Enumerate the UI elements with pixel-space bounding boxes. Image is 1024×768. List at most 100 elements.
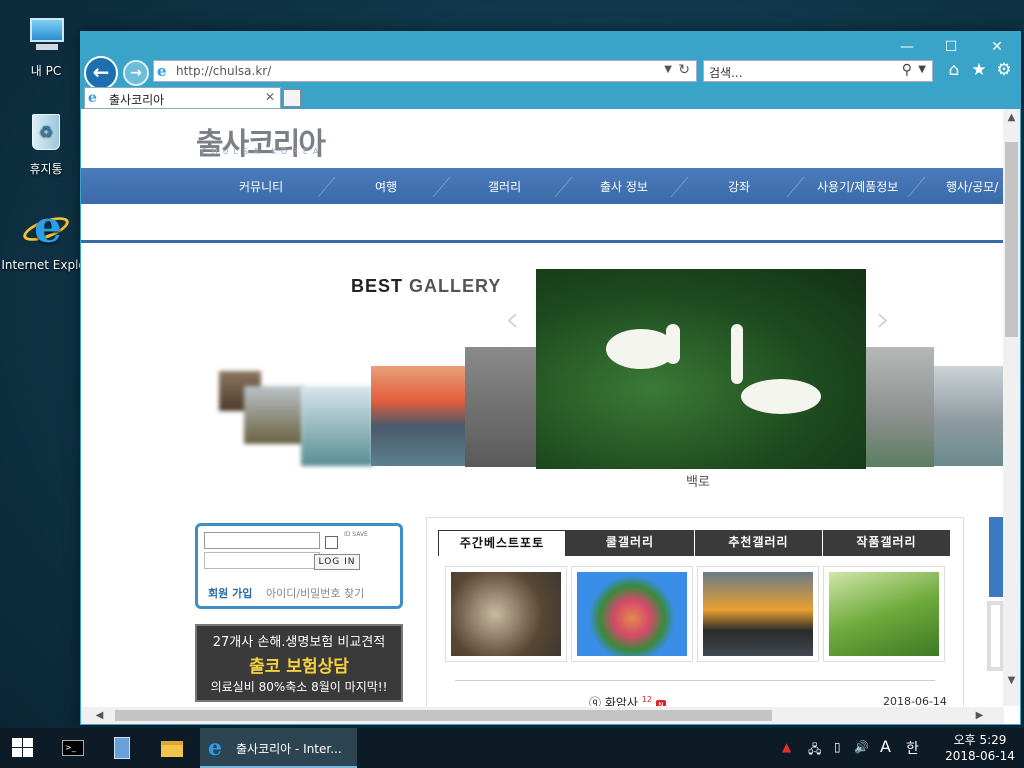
login-button[interactable]: LOG IN — [314, 554, 360, 570]
notepad-icon[interactable] — [104, 732, 140, 764]
menu-item-travel[interactable]: 여행 — [375, 178, 397, 195]
gallery-thumb[interactable] — [571, 566, 693, 662]
egret-body — [741, 379, 821, 414]
file-explorer-icon[interactable] — [154, 732, 190, 764]
scroll-right-icon[interactable]: ▶ — [971, 707, 988, 724]
tab-cool-gallery[interactable]: 쿨갤러리 — [566, 530, 694, 556]
gallery-thumb[interactable] — [823, 566, 945, 662]
internet-explorer-icon: e — [208, 735, 222, 761]
tab-favicon-icon: e — [88, 90, 97, 106]
side-frame — [987, 601, 1004, 671]
carousel-thumb[interactable] — [866, 347, 934, 467]
featured-photo-caption[interactable]: 백로 — [686, 471, 710, 490]
header-divider — [81, 240, 1004, 243]
volume-icon[interactable]: 🔊 — [854, 740, 869, 754]
search-icon[interactable]: ⚲ — [902, 62, 912, 78]
find-account-link[interactable]: 아이디/비밀번호 찾기 — [266, 585, 364, 601]
desktop-icon-label: Internet Explor — [1, 258, 91, 272]
menu-item-reviews[interactable]: 사용기/제품정보 — [817, 178, 898, 195]
carousel-thumb[interactable] — [244, 386, 304, 444]
menu-item-gallery[interactable]: 갤러리 — [488, 178, 521, 195]
new-tab-button[interactable] — [283, 89, 301, 107]
egret-neck — [731, 324, 743, 384]
carousel-next-icon[interactable]: › — [876, 299, 890, 340]
login-panel: ID SAVE LOG IN 회원 가입 아이디/비밀번호 찾기 — [195, 523, 403, 609]
scroll-up-icon[interactable]: ▲ — [1003, 109, 1020, 126]
maximize-button[interactable]: ☐ — [931, 36, 971, 58]
search-box[interactable]: 검색... ⚲ ▼ — [703, 60, 933, 82]
network-icon[interactable]: 🖧 — [808, 740, 821, 761]
tab-recommended-gallery[interactable]: 추천갤러리 — [695, 530, 822, 556]
carousel-thumb[interactable] — [371, 366, 467, 466]
gallery-divider — [455, 680, 935, 681]
tab-chulsa[interactable]: e 출사코리아 ✕ — [84, 87, 281, 109]
gallery-thumb[interactable] — [697, 566, 819, 662]
insurance-ad-banner[interactable]: 27개사 손해.생명보험 비교견적 출코 보험상담 의료실비 80%축소 8월이… — [195, 624, 403, 702]
menu-item-lecture[interactable]: 강좌 — [728, 178, 750, 195]
desktop-icon-label: 내 PC — [30, 64, 62, 78]
favorites-star-icon[interactable]: ★ — [968, 59, 990, 81]
carousel-prev-icon[interactable]: ‹ — [505, 299, 519, 340]
recycle-bin-icon: ♻ — [22, 108, 70, 156]
desktop-icon-internet-explorer[interactable]: e Internet Explor — [0, 206, 92, 273]
forward-button[interactable]: → — [123, 60, 149, 86]
back-button[interactable]: ← — [84, 56, 118, 90]
taskbar-clock[interactable]: 오후 5:29 2018-06-14 — [940, 732, 1020, 764]
home-icon[interactable]: ⌂ — [943, 59, 965, 81]
post-title[interactable]: 화암사 — [605, 696, 638, 706]
address-dropdown-icon[interactable]: ▼ — [664, 64, 672, 75]
address-url[interactable]: http://chulsa.kr/ — [176, 64, 271, 78]
scroll-down-icon[interactable]: ▼ — [1003, 672, 1020, 689]
clock-time: 오후 5:29 — [953, 733, 1007, 747]
user-id-input[interactable] — [204, 532, 320, 549]
desktop-icon-this-pc[interactable]: 내 PC — [0, 10, 92, 79]
new-badge: N — [655, 700, 666, 706]
usb-device-icon[interactable]: ▯ — [834, 740, 841, 754]
password-input[interactable] — [204, 552, 320, 569]
carousel-thumb[interactable] — [301, 386, 373, 466]
gallery-panel: 주간베스트포토 쿨갤러리 추천갤러리 작품갤러리 ⓠ 화암사 12 N 2018… — [426, 517, 964, 706]
gallery-label: GALLERY — [409, 276, 502, 296]
start-windows-icon[interactable] — [12, 738, 34, 758]
horizontal-scrollbar[interactable]: ◀ ▶ — [81, 707, 1004, 724]
address-bar[interactable]: e http://chulsa.kr/ ▼ ↻ — [153, 60, 697, 82]
side-banner[interactable] — [989, 517, 1004, 597]
carousel-thumb[interactable] — [465, 347, 537, 467]
command-prompt-icon[interactable]: >_ — [56, 732, 92, 764]
taskbar-ie-window[interactable]: e 출사코리아 - Inter... — [200, 728, 357, 768]
site-logo[interactable]: 출사코리아 — [196, 119, 326, 163]
post-date: 2018-06-14 — [883, 695, 947, 706]
horizontal-scroll-thumb[interactable] — [115, 710, 772, 721]
close-button[interactable]: ✕ — [977, 36, 1017, 58]
menu-item-photo-info[interactable]: 출사 정보 — [600, 178, 648, 195]
main-menu: 커뮤니티 여행 갤러리 출사 정보 강좌 사용기/제품정보 행사/공모/ — [81, 168, 1004, 204]
join-link[interactable]: 회원 가입 — [208, 585, 252, 601]
menu-item-events[interactable]: 행사/공모/ — [946, 178, 998, 195]
internet-explorer-icon: e — [20, 206, 72, 254]
refresh-icon[interactable]: ↻ — [678, 62, 690, 78]
browser-titlebar: — ☐ ✕ ← → e http://chulsa.kr/ ▼ ↻ 검색... … — [81, 32, 1020, 109]
featured-photo-egrets[interactable] — [536, 269, 866, 469]
best-gallery-heading: BEST GALLERY — [351, 276, 501, 297]
minimize-button[interactable]: — — [887, 36, 927, 58]
best-label: BEST — [351, 276, 404, 296]
id-save-checkbox[interactable] — [325, 536, 338, 549]
latest-post[interactable]: ⓠ 화암사 12 N — [589, 694, 666, 706]
tab-close-icon[interactable]: ✕ — [265, 90, 275, 104]
scroll-left-icon[interactable]: ◀ — [91, 707, 108, 724]
vertical-scroll-thumb[interactable] — [1005, 142, 1018, 337]
tray-app-icon[interactable]: ▲ — [782, 740, 791, 754]
search-input[interactable]: 검색... — [709, 64, 743, 81]
desktop-icon-recycle-bin[interactable]: ♻ 휴지통 — [0, 108, 92, 177]
ime-mode-han[interactable]: 한 — [906, 738, 919, 758]
tab-weekly-best[interactable]: 주간베스트포토 — [438, 530, 566, 556]
page-viewport: 출사코리아 CHULSA KOREA 커뮤니티 여행 갤러리 출사 정보 강좌 … — [81, 109, 1004, 706]
gallery-thumb[interactable] — [445, 566, 567, 662]
settings-gear-icon[interactable]: ⚙ — [993, 59, 1015, 81]
tab-artwork-gallery[interactable]: 작품갤러리 — [823, 530, 950, 556]
carousel-thumb[interactable] — [934, 366, 1004, 466]
vertical-scrollbar[interactable]: ▲ ▼ — [1003, 109, 1020, 706]
ime-mode-a[interactable]: A — [880, 737, 891, 756]
search-dropdown-icon[interactable]: ▼ — [918, 64, 926, 75]
menu-item-community[interactable]: 커뮤니티 — [239, 178, 283, 195]
